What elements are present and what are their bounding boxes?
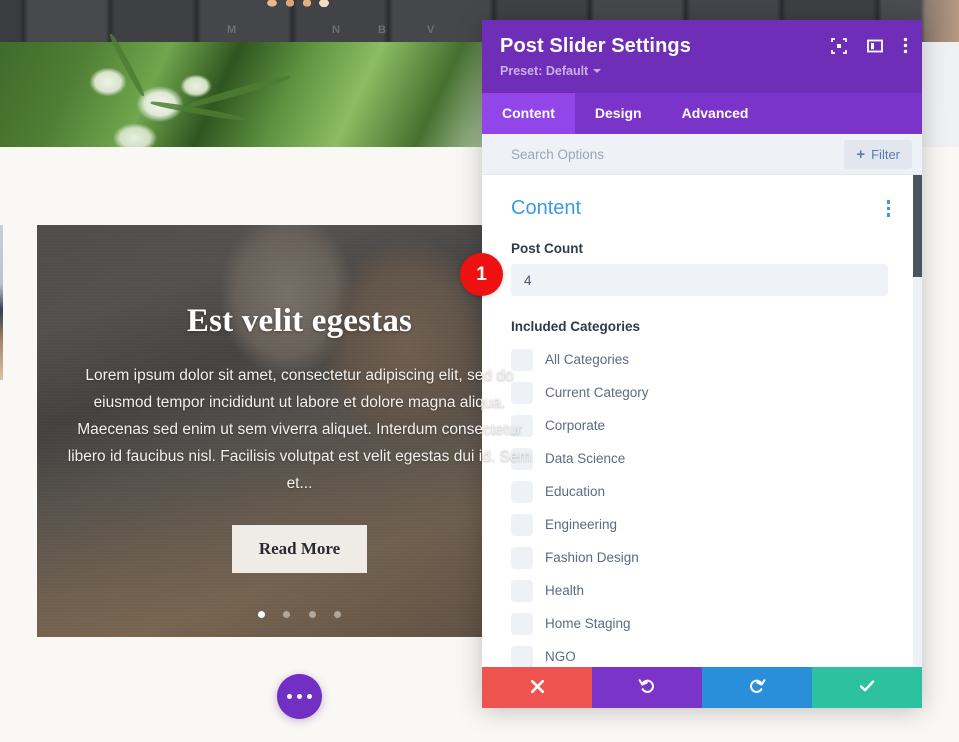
plus-icon: +: [856, 145, 866, 163]
category-label: Health: [545, 583, 585, 598]
slider-dot-3[interactable]: [308, 611, 316, 618]
category-row-ngo[interactable]: NGO: [511, 640, 893, 667]
redo-icon: [748, 677, 766, 698]
section-title: Content: [511, 197, 582, 219]
category-row-corporate[interactable]: Corporate: [511, 409, 893, 442]
category-label: NGO: [545, 649, 576, 664]
more-options-fab[interactable]: [277, 674, 322, 719]
category-row-all-categories[interactable]: All Categories: [511, 343, 893, 376]
slide-body-text: Lorem ipsum dolor sit amet, consectetur …: [67, 367, 532, 492]
chevron-down-icon: [593, 69, 602, 73]
kebab-dot-1: [886, 200, 890, 204]
focus-icon[interactable]: [831, 37, 847, 54]
previous-slide-sliver: [0, 225, 3, 380]
slider-dot-2[interactable]: [283, 611, 291, 618]
post-count-input[interactable]: [511, 264, 888, 296]
fab-dot-3: [307, 694, 312, 699]
preset-label: Preset: Default: [500, 64, 589, 78]
filter-button[interactable]: + Filter: [844, 139, 912, 169]
section-more-vertical-icon[interactable]: [884, 197, 894, 220]
checkbox-ngo[interactable]: [511, 645, 533, 667]
slider-pagination: [37, 605, 562, 623]
more-vertical-icon[interactable]: [903, 37, 908, 54]
save-button[interactable]: [812, 667, 922, 708]
preset-selector[interactable]: Preset: Default: [500, 64, 602, 78]
undo-button[interactable]: [592, 667, 702, 708]
settings-scrollbar-track[interactable]: [913, 175, 922, 667]
layout-panel-icon[interactable]: [867, 38, 883, 54]
slider-dot-1[interactable]: [257, 611, 265, 618]
modal-footer: [482, 667, 922, 708]
undo-icon: [638, 677, 656, 698]
modal-header-actions: [831, 37, 908, 54]
modal-header: Post Slider Settings Preset: Default: [482, 20, 922, 93]
close-icon: [530, 679, 545, 697]
filter-button-label: Filter: [871, 146, 900, 162]
kebab-dot-2: [886, 206, 890, 211]
search-row: + Filter: [482, 134, 922, 175]
fab-dot-2: [297, 694, 302, 699]
included-categories-list: All Categories Current Category Corporat…: [511, 343, 893, 667]
slider-dot-4[interactable]: [334, 611, 342, 618]
category-row-current-category[interactable]: Current Category: [511, 376, 893, 409]
category-row-health[interactable]: Health: [511, 574, 893, 607]
category-row-education[interactable]: Education: [511, 475, 893, 508]
modal-tabs: Content Design Advanced: [482, 93, 922, 134]
content-section-header: Content: [511, 197, 893, 220]
checkbox-health[interactable]: [511, 579, 533, 602]
fab-dot-1: [287, 694, 292, 699]
callout-badge-1: 1: [460, 253, 503, 296]
read-more-button[interactable]: Read More: [231, 525, 368, 573]
cancel-button[interactable]: [482, 667, 592, 708]
tab-advanced[interactable]: Advanced: [662, 93, 769, 134]
settings-scrollbar-thumb[interactable]: [913, 175, 922, 277]
tab-content[interactable]: Content: [482, 93, 575, 134]
kebab-dot-3: [886, 213, 890, 217]
category-row-data-science[interactable]: Data Science: [511, 442, 893, 475]
tab-design[interactable]: Design: [575, 93, 662, 134]
included-categories-label: Included Categories: [511, 319, 641, 334]
redo-button[interactable]: [702, 667, 812, 708]
check-icon: [858, 677, 876, 698]
category-row-home-staging[interactable]: Home Staging: [511, 607, 893, 640]
post-count-label: Post Count: [511, 241, 583, 256]
category-row-engineering[interactable]: Engineering: [511, 508, 893, 541]
slide-title: Est velit egestas: [186, 303, 413, 339]
category-row-fashion-design[interactable]: Fashion Design: [511, 541, 893, 574]
search-input[interactable]: [511, 134, 845, 174]
